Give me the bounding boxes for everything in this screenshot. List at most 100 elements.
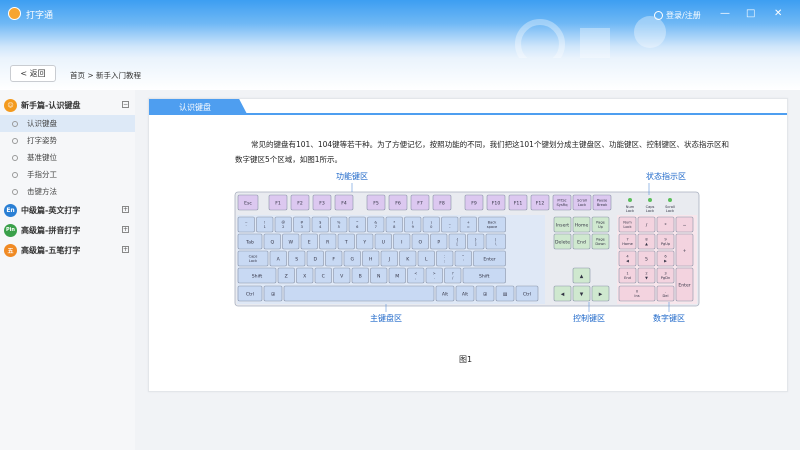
main-key: Alt [455,285,475,302]
main-key: L [417,250,435,267]
main-key: Tab [237,233,263,250]
expand-icon[interactable]: + [122,206,129,213]
bullet-icon [12,171,18,178]
main-zone-label: 主键盘区 [370,313,402,323]
numpad-key: 4 ◀ [618,250,637,267]
main-key: {[ [448,233,466,250]
svg-text:F1: F1 [275,201,281,207]
maximize-button[interactable]: □ [746,9,755,19]
main-key: Shift [462,267,506,284]
main-key: J [380,250,398,267]
status-led-label: Num Lock [626,205,635,213]
numpad-key: + [675,233,694,267]
svg-text:&7: & 7 [374,221,377,230]
svg-text:Z: Z [285,274,288,280]
category-label: 高级篇-拼音打字 [21,225,81,235]
pinyin-icon: Pin [4,223,17,237]
expand-icon[interactable]: + [122,246,129,253]
category-label: 新手篇-认识键盘 [21,100,81,110]
numpad-key: − [675,216,694,233]
svg-text:▲: ▲ [580,275,584,280]
minimize-button[interactable]: — [720,9,730,19]
control-key: Page Up [591,216,610,233]
numpad-key: 3 PgDn [656,267,675,284]
function-key: F6 [388,194,408,211]
content-panel: 认识键盘 常见的键盘有101、104键等若干种。为了方便记忆，按照功能的不同，我… [148,98,788,392]
function-key: F8 [432,194,452,211]
main-key: ⊞ [263,285,283,302]
main-key: #3 [293,216,311,233]
numpad-key: 9 PgUp [656,233,675,250]
status-zone-label: 状态指示区 [646,171,686,181]
wubi-icon: 五 [4,243,17,257]
sidebar-item-fingering[interactable]: 手指分工 [0,166,135,183]
sidebar-item-label: 手指分工 [27,170,57,179]
category-label: 中级篇-英文打字 [21,205,81,215]
main-key: }] [467,233,485,250]
svg-text:F3: F3 [319,201,325,207]
sidebar-item-keystroke[interactable]: 击键方法 [0,183,135,200]
svg-text:F4: F4 [341,201,347,207]
status-led [648,198,652,202]
svg-text:Tab: Tab [245,240,254,246]
sidebar-category-pinyin[interactable]: Pin 高级篇-拼音打字 + [0,220,135,240]
sidebar-category-wubi[interactable]: 五 高级篇-五笔打字 + [0,240,135,260]
numpad-key: . Del [656,285,675,302]
svg-text:F5: F5 [373,201,379,207]
sidebar-item-posture[interactable]: 打字姿势 [0,132,135,149]
svg-text:N: N [377,274,380,280]
main-key: Back space [478,216,506,233]
control-key: Page Down [591,233,610,250]
main-key: Z [277,267,295,284]
main-key: W [282,233,300,250]
main-key: <, [407,267,425,284]
main-key: $4 [311,216,329,233]
svg-text:PrtScSysRq: PrtSc SysRq [556,199,567,208]
svg-text:PauseBreak: Pause Break [597,199,608,208]
svg-text:M: M [395,274,399,280]
main-key: _ - [441,216,459,233]
bullet-icon [12,120,18,127]
main-key: Enter [473,250,506,267]
main-key: ! 1 [256,216,274,233]
svg-text:T: T [344,240,348,246]
main-key: ? / [444,267,462,284]
svg-text:Shift: Shift [252,274,263,280]
back-button[interactable]: < 返回 [10,65,56,82]
system-key: PrtSc SysRq [552,194,572,211]
function-key: F2 [290,194,310,211]
expand-icon[interactable]: + [122,226,129,233]
sidebar-category-beginner[interactable]: 😊 新手篇-认识键盘 − [0,95,135,115]
sidebar-category-english[interactable]: En 中级篇-英文打字 + [0,200,135,220]
main-key: T [337,233,355,250]
main-key: B [351,267,369,284]
svg-text:⊞: ⊞ [483,293,487,298]
svg-text:F2: F2 [297,201,303,207]
main-key: Shift [237,267,277,284]
collapse-icon[interactable]: − [122,101,129,108]
main-key: Ctrl [237,285,263,302]
close-button[interactable]: ✕ [774,9,782,19]
arrow-up-key: ▲ [572,267,591,284]
main-key: U [374,233,392,250]
main-key: K [399,250,417,267]
main-key: Alt [435,285,455,302]
svg-text:Shift: Shift [479,274,490,280]
app-logo [8,7,21,20]
svg-text:Y: Y [362,240,366,246]
numpad-key: 6 ▶ [656,250,675,267]
function-key: F10 [486,194,506,211]
numpad-key: 2 ▼ [637,267,656,284]
main-key: H [362,250,380,267]
control-key: Home [572,216,591,233]
svg-text:#3: #3 [300,221,303,230]
main-key: X [296,267,314,284]
svg-text:E: E [308,240,311,246]
function-key: F7 [410,194,430,211]
sidebar-item-home-keys[interactable]: 基准键位 [0,149,135,166]
main-key: >. [425,267,443,284]
sidebar-item-keyboard[interactable]: 认识键盘 [0,115,135,132]
login-link[interactable]: 登录/注册 [654,10,701,21]
numpad-key: Enter [675,267,694,302]
svg-text:5: 5 [645,257,648,263]
